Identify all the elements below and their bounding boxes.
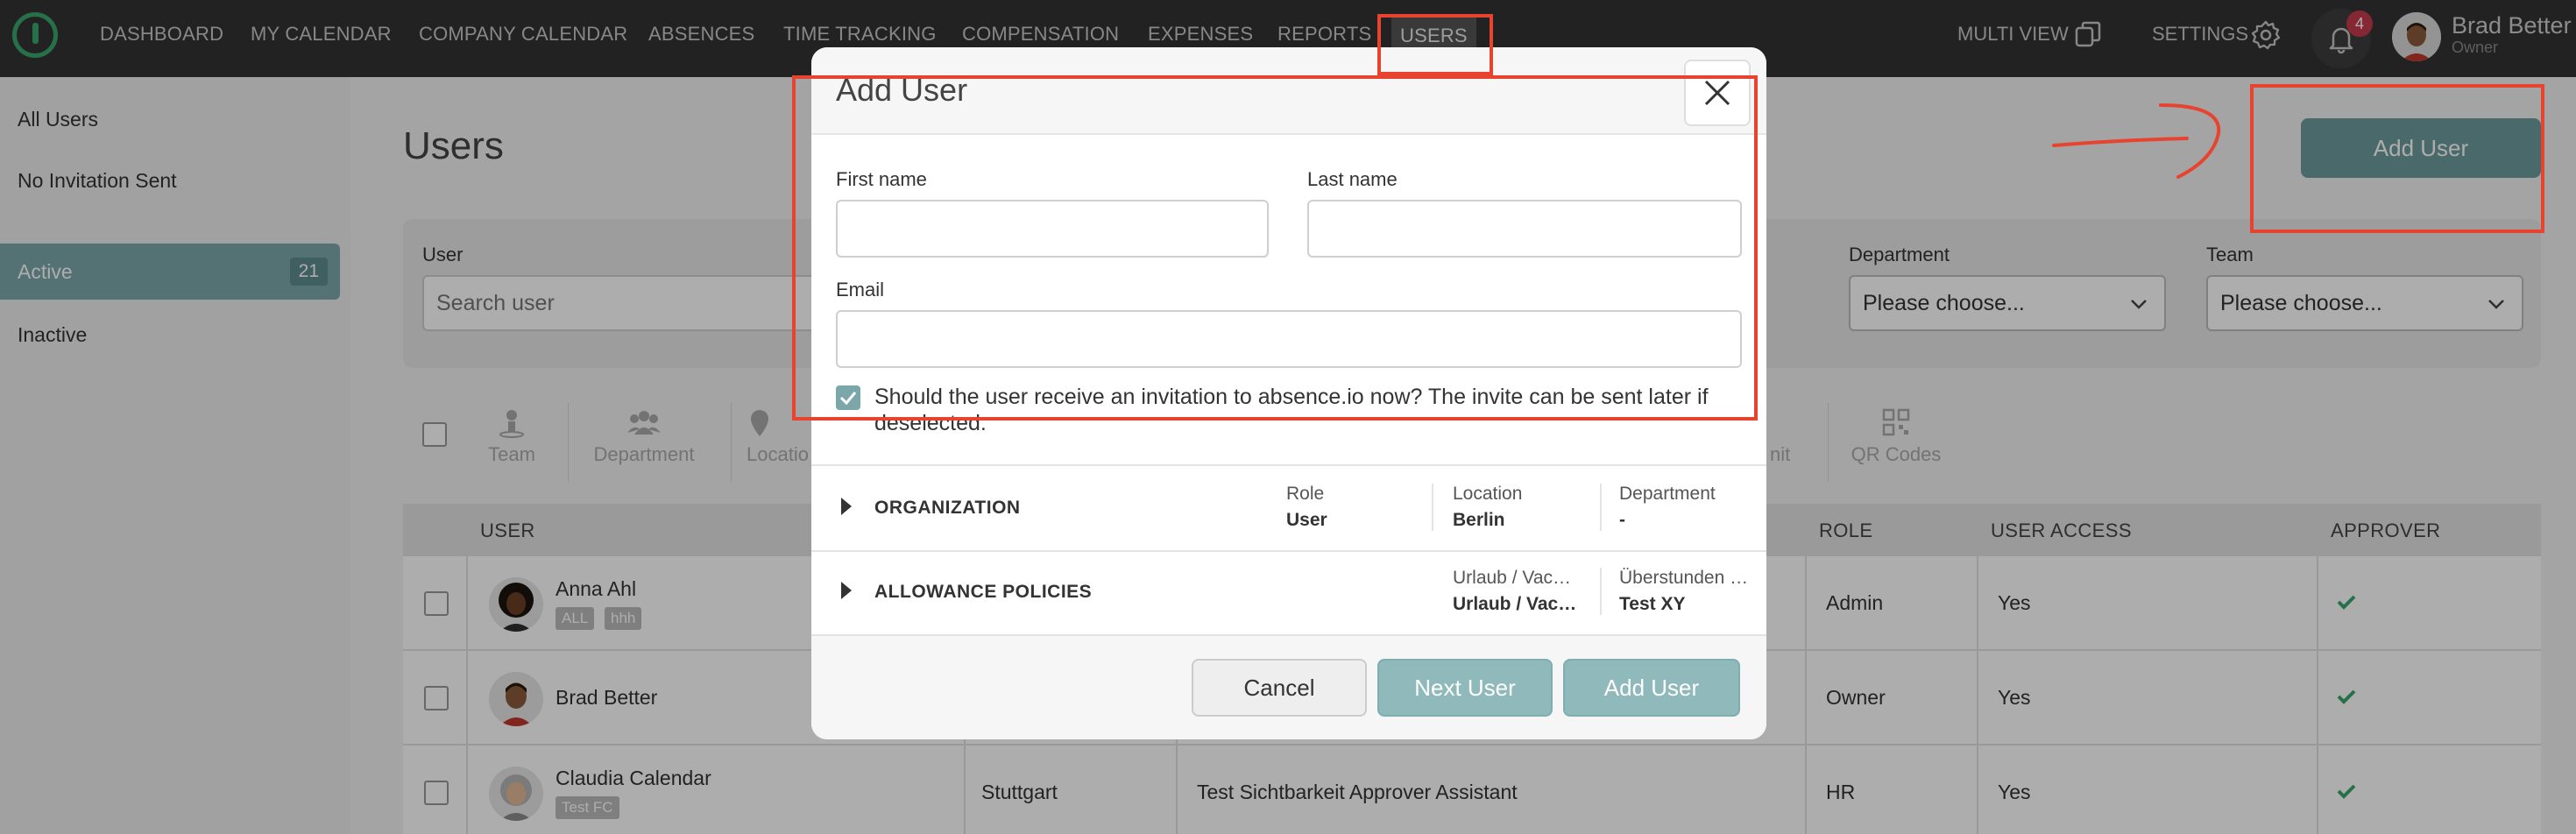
role-value: User [1286,510,1327,530]
overtime-policy-value: Test XY [1619,594,1686,614]
caret-right-icon [841,582,852,599]
allowance-policies-title: ALLOWANCE POLICIES [874,582,1093,602]
add-user-submit-button[interactable]: Add User [1563,659,1740,717]
department-label: Department [1619,484,1716,504]
location-value: Berlin [1453,510,1505,530]
organization-title: ORGANIZATION [874,498,1021,518]
vacation-policy-label: Urlaub / Vac… [1453,568,1571,588]
dialog-footer: Cancel Next User Add User [811,634,1766,739]
annotation-arrow-icon [2052,103,2221,179]
column-divider [1600,568,1602,615]
allowance-policies-accordion[interactable]: ALLOWANCE POLICIES Urlaub / Vac… Urlaub … [811,552,1766,634]
next-user-button[interactable]: Next User [1377,659,1553,717]
role-label: Role [1286,484,1325,504]
column-divider [1600,484,1602,531]
vacation-policy-value: Urlaub / Vac… [1453,594,1577,614]
department-value: - [1619,510,1625,530]
annotation-highlight-users-tab [1377,14,1493,75]
column-divider [1432,484,1433,531]
caret-right-icon [841,498,852,515]
location-label: Location [1453,484,1523,504]
organization-accordion[interactable]: ORGANIZATION Role User Location Berlin D… [811,466,1766,548]
annotation-highlight-add-user [2250,84,2544,233]
annotation-highlight-form [792,75,1758,421]
cancel-button[interactable]: Cancel [1192,659,1367,717]
overtime-policy-label: Überstunden … [1619,568,1749,588]
